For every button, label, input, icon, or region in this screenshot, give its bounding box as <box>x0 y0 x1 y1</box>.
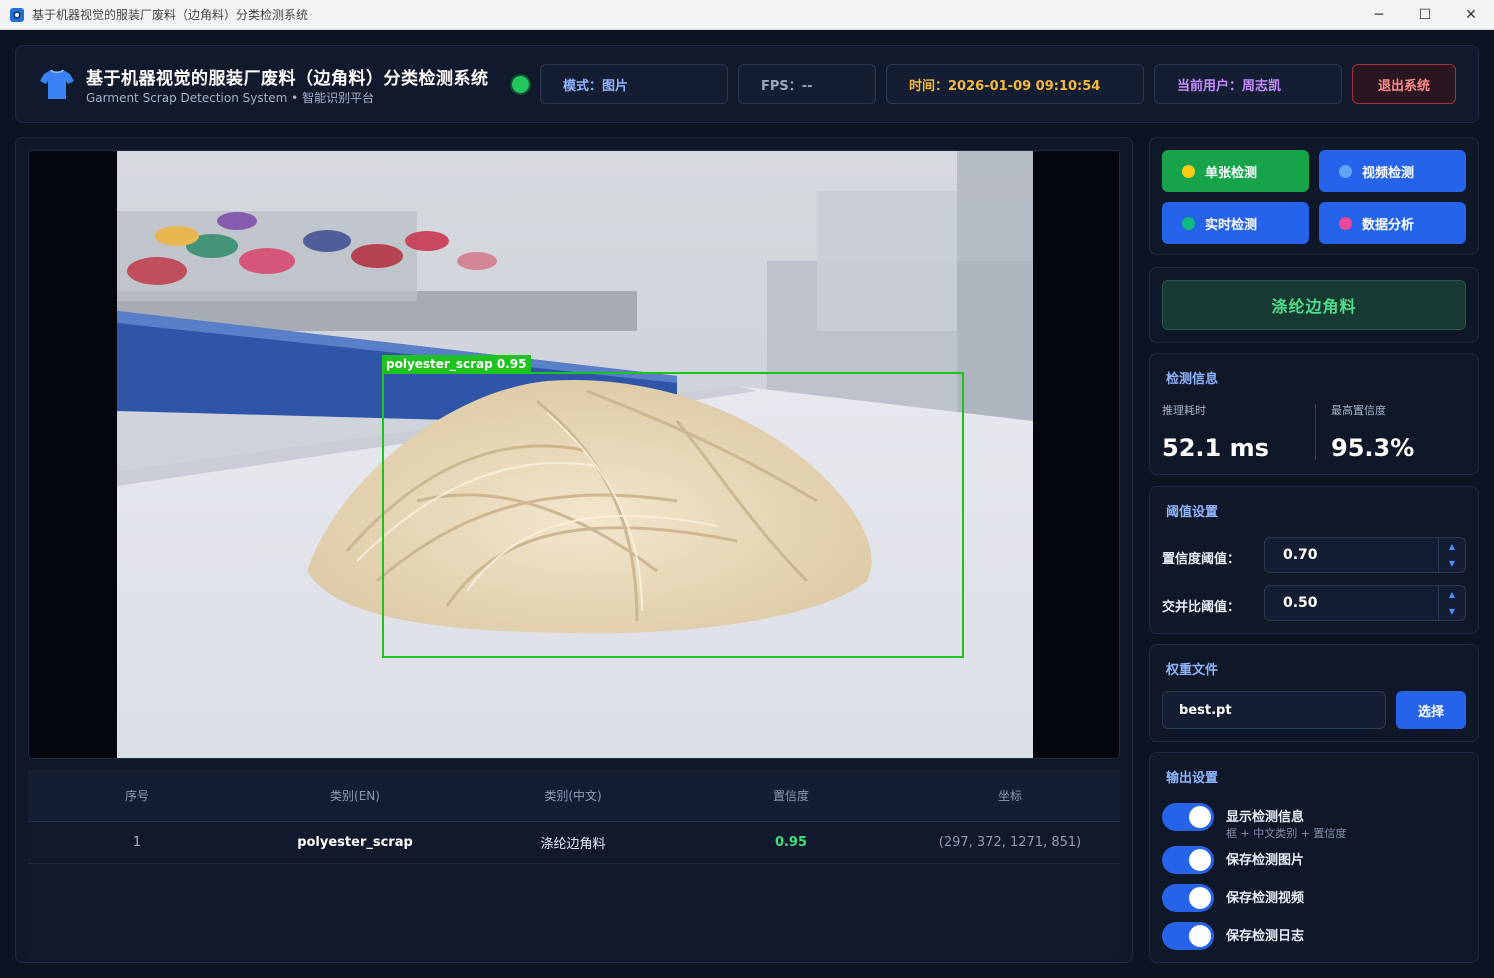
inference-time-label: 推理耗时 <box>1162 404 1206 417</box>
weights-card: 权重文件 best.pt 选择 <box>1149 644 1479 742</box>
video-detect-button[interactable]: 视频检测 <box>1319 150 1466 192</box>
col-class-en[interactable]: 类别(EN) <box>246 770 464 822</box>
choose-weights-button[interactable]: 选择 <box>1396 691 1466 729</box>
save-image-label: 保存检测图片 <box>1226 853 1305 868</box>
data-analysis-button[interactable]: 数据分析 <box>1319 202 1466 244</box>
image-viewer: polyester_scrap 0.95 <box>28 150 1120 759</box>
single-dot-icon <box>1182 164 1195 178</box>
save-video-label: 保存检测视频 <box>1226 891 1305 906</box>
result-card: 涤纶边角料 <box>1149 267 1479 343</box>
col-index[interactable]: 序号 <box>28 770 246 822</box>
realtime-detect-button[interactable]: 实时检测 <box>1162 202 1309 244</box>
result-class-banner: 涤纶边角料 <box>1162 280 1466 330</box>
conf-threshold-label: 置信度阈值： <box>1162 552 1241 567</box>
minimize-button[interactable]: ─ <box>1356 0 1402 30</box>
conf-decrement-icon[interactable]: ▼ <box>1439 555 1465 572</box>
threshold-card: 阈值设置 置信度阈值： 0.70 ▲ ▼ 交并比阈值： 0.50 ▲ ▼ <box>1149 486 1479 634</box>
single-detect-button[interactable]: 单张检测 <box>1162 150 1309 192</box>
data-analysis-label: 数据分析 <box>1362 217 1415 233</box>
save-video-toggle[interactable] <box>1162 884 1214 912</box>
cell-class-en: polyester_scrap <box>246 821 464 864</box>
output-settings-card: 输出设置 显示检测信息 框 + 中文类别 + 置信度 保存检测图片 保存检测视频… <box>1149 752 1479 963</box>
video-detect-label: 视频检测 <box>1362 165 1415 181</box>
detection-info-card: 检测信息 推理耗时 52.1 ms 最高置信度 95.3% <box>1149 353 1479 475</box>
detection-bounding-box <box>382 372 964 658</box>
conf-threshold-value: 0.70 <box>1283 547 1318 563</box>
iou-threshold-stepper[interactable]: 0.50 ▲ ▼ <box>1264 585 1466 621</box>
close-button[interactable]: ✕ <box>1448 0 1494 30</box>
realtime-dot-icon <box>1182 216 1195 230</box>
save-log-label: 保存检测日志 <box>1226 929 1305 944</box>
video-dot-icon <box>1339 164 1352 178</box>
show-info-sublabel: 框 + 中文类别 + 置信度 <box>1226 827 1347 840</box>
weights-title: 权重文件 <box>1166 663 1219 678</box>
threshold-title: 阈值设置 <box>1166 505 1219 520</box>
conf-threshold-stepper[interactable]: 0.70 ▲ ▼ <box>1264 537 1466 573</box>
col-coordinates[interactable]: 坐标 <box>900 770 1120 822</box>
cell-class-cn: 涤纶边角料 <box>464 821 682 864</box>
conf-increment-icon[interactable]: ▲ <box>1439 538 1465 555</box>
current-user: 当前用户：周志凯 <box>1154 64 1342 104</box>
cell-coordinates: (297, 372, 1271, 851) <box>900 821 1120 864</box>
fps-indicator: FPS：-- <box>738 64 876 104</box>
weights-file-field[interactable]: best.pt <box>1162 691 1386 729</box>
app-title: 基于机器视觉的服装厂废料（边角料）分类检测系统 <box>86 69 489 89</box>
iou-increment-icon[interactable]: ▲ <box>1439 586 1465 603</box>
table-row[interactable]: 1 polyester_scrap 涤纶边角料 0.95 (297, 372, … <box>28 821 1120 864</box>
max-confidence-value: 95.3% <box>1331 434 1415 462</box>
detection-info-title: 检测信息 <box>1166 372 1219 387</box>
col-confidence[interactable]: 置信度 <box>682 770 900 822</box>
logout-button[interactable]: 退出系统 <box>1352 64 1456 104</box>
cell-confidence: 0.95 <box>682 821 900 864</box>
show-info-toggle[interactable] <box>1162 803 1214 831</box>
col-class-cn[interactable]: 类别(中文) <box>464 770 682 822</box>
mode-indicator: 模式：图片 <box>540 64 728 104</box>
max-confidence-label: 最高置信度 <box>1331 404 1386 417</box>
window-titlebar: 基于机器视觉的服装厂废料（边角料）分类检测系统 ─ ☐ ✕ <box>0 0 1494 30</box>
cell-index: 1 <box>28 821 246 864</box>
iou-threshold-label: 交并比阈值： <box>1162 600 1241 615</box>
save-image-toggle[interactable] <box>1162 846 1214 874</box>
maximize-button[interactable]: ☐ <box>1402 0 1448 30</box>
clock-display: 时间：2026-01-09 09:10:54 <box>886 64 1144 104</box>
iou-threshold-value: 0.50 <box>1283 595 1318 611</box>
window-title: 基于机器视觉的服装厂废料（边角料）分类检测系统 <box>32 8 309 22</box>
results-table: 序号 类别(EN) 类别(中文) 置信度 坐标 1 polyester_scra… <box>28 770 1120 960</box>
shirt-icon <box>40 69 74 99</box>
app-subtitle: Garment Scrap Detection System • 智能识别平台 <box>86 91 375 105</box>
inference-time-value: 52.1 ms <box>1162 434 1269 462</box>
mode-selector-card: 单张检测 视频检测 实时检测 数据分析 <box>1149 137 1479 255</box>
analysis-dot-icon <box>1339 216 1352 230</box>
metric-divider <box>1315 404 1316 460</box>
status-indicator <box>512 76 529 93</box>
save-log-toggle[interactable] <box>1162 922 1214 950</box>
detection-image: polyester_scrap 0.95 <box>117 151 1033 758</box>
app-eye-icon <box>10 7 24 22</box>
app-header: 基于机器视觉的服装厂废料（边角料）分类检测系统 Garment Scrap De… <box>15 45 1479 123</box>
realtime-detect-label: 实时检测 <box>1205 217 1258 233</box>
detection-box-label: polyester_scrap 0.95 <box>382 355 531 373</box>
iou-decrement-icon[interactable]: ▼ <box>1439 603 1465 620</box>
output-settings-title: 输出设置 <box>1166 771 1219 786</box>
single-detect-label: 单张检测 <box>1205 165 1258 181</box>
show-info-label: 显示检测信息 <box>1226 810 1305 825</box>
